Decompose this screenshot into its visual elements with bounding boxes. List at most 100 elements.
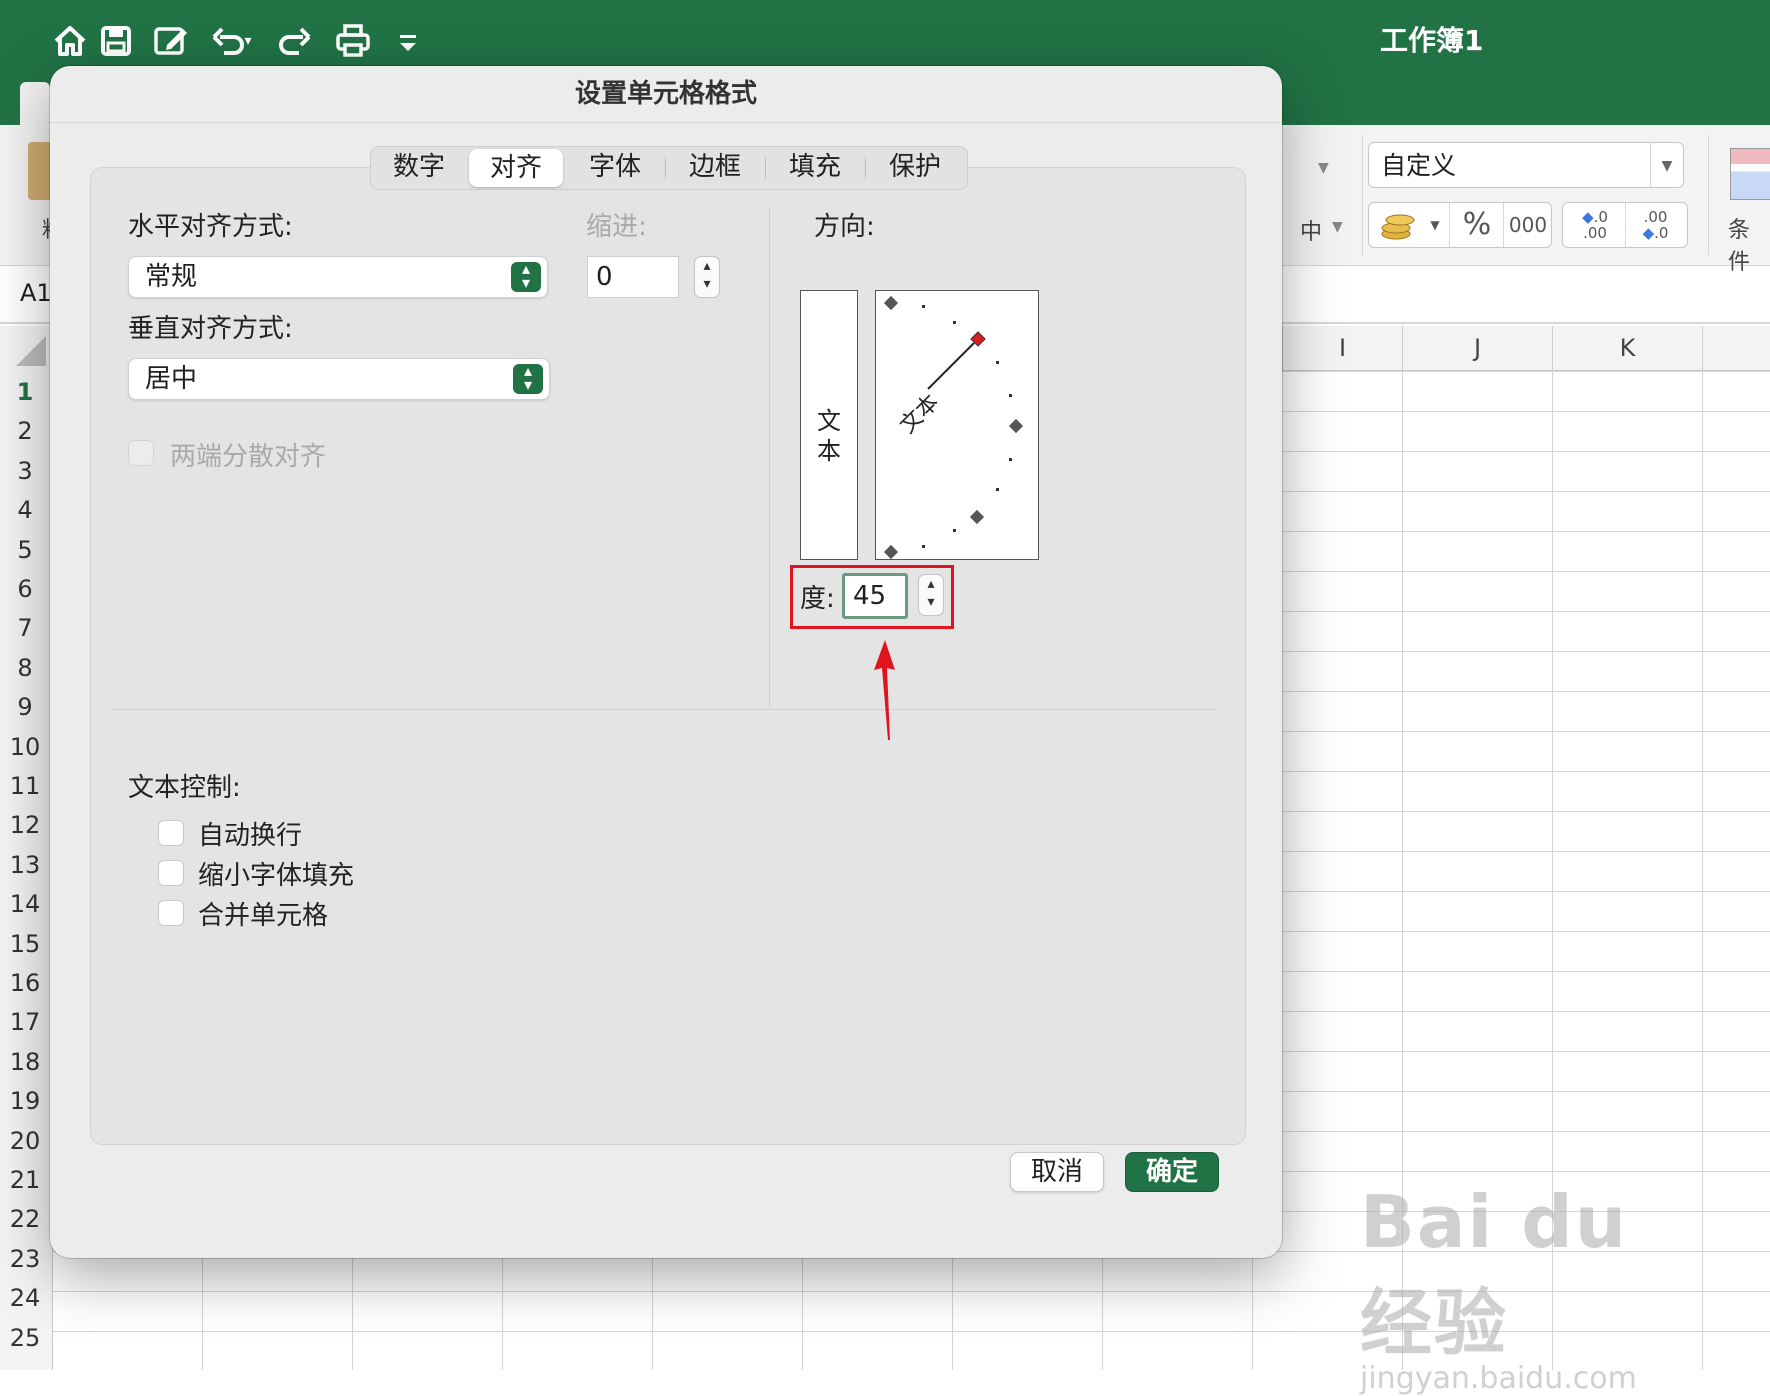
row-header[interactable]: 14 bbox=[0, 884, 50, 924]
wrap-text-label: 自动换行 bbox=[198, 821, 303, 851]
chevron-down-icon: ▼ bbox=[1650, 143, 1683, 187]
format-cells-dialog: 设置单元格格式 数字 对齐 字体 边框 填充 保护 水平对齐方式: 常规 ▴ ▾ … bbox=[50, 66, 1282, 1258]
indent-stepper[interactable]: ▴ ▾ bbox=[694, 256, 720, 298]
horizontal-alignment-select[interactable]: 常规 ▴ ▾ bbox=[128, 256, 548, 298]
merge-cells-checkbox[interactable] bbox=[158, 900, 184, 926]
customize-toolbar-icon[interactable] bbox=[385, 18, 431, 64]
degree-stepper[interactable]: ▴ ▾ bbox=[918, 574, 944, 616]
watermark-sub: jingyan.baidu.com bbox=[1360, 1361, 1637, 1396]
vertical-alignment-label: 垂直对齐方式: bbox=[128, 314, 293, 344]
tab-number[interactable]: 数字 bbox=[371, 147, 467, 187]
watermark-main: Bai du 经验 bbox=[1360, 1180, 1629, 1365]
decimal-buttons: ◆.0 .00 .00 ◆.0 bbox=[1562, 202, 1688, 248]
select-arrows-icon: ▴ ▾ bbox=[511, 261, 541, 292]
row-header[interactable]: 10 bbox=[0, 727, 50, 767]
column-header[interactable]: J bbox=[1402, 326, 1552, 370]
row-header[interactable]: 9 bbox=[0, 687, 50, 727]
tab-border[interactable]: 边框 bbox=[667, 147, 763, 187]
row-header[interactable]: 8 bbox=[0, 648, 50, 688]
select-arrows-icon: ▴ ▾ bbox=[513, 363, 543, 394]
tab-separator bbox=[765, 157, 766, 179]
row-header[interactable]: 13 bbox=[0, 845, 50, 885]
undo-dropdown-icon[interactable]: ▾ bbox=[238, 18, 258, 64]
cancel-button[interactable]: 取消 bbox=[1010, 1152, 1104, 1192]
tab-separator bbox=[865, 157, 866, 179]
distributed-label: 两端分散对齐 bbox=[170, 442, 327, 472]
wrap-text-checkbox[interactable] bbox=[158, 820, 184, 846]
row-header[interactable]: 24 bbox=[0, 1278, 50, 1318]
number-format-select[interactable]: 自定义 ▼ bbox=[1368, 142, 1684, 188]
vertical-alignment-select[interactable]: 居中 ▴ ▾ bbox=[128, 358, 550, 400]
merge-dropdown-icon[interactable]: ▼ bbox=[1332, 219, 1343, 235]
select-all-corner[interactable] bbox=[16, 336, 46, 366]
vertical-text-char: 本 bbox=[817, 437, 841, 465]
edit-icon[interactable] bbox=[148, 18, 194, 64]
shrink-to-fit-label: 缩小字体填充 bbox=[198, 861, 355, 891]
merge-center-label[interactable]: 中 bbox=[1300, 214, 1322, 246]
currency-dropdown-icon[interactable]: ▼ bbox=[1425, 203, 1445, 247]
vertical-text-toggle[interactable]: 文 本 bbox=[800, 290, 858, 560]
row-header[interactable]: 22 bbox=[0, 1199, 50, 1239]
percent-button[interactable]: % bbox=[1449, 203, 1504, 247]
save-icon[interactable] bbox=[93, 18, 139, 64]
row-header[interactable]: 16 bbox=[0, 963, 50, 1003]
conditional-format-label[interactable]: 条件 bbox=[1728, 212, 1770, 276]
row-header[interactable]: 18 bbox=[0, 1042, 50, 1082]
degree-input[interactable]: 45 bbox=[842, 573, 908, 619]
tab-font[interactable]: 字体 bbox=[567, 147, 663, 187]
decrease-decimal-bottom: .0 bbox=[1654, 224, 1669, 242]
row-header[interactable]: 15 bbox=[0, 924, 50, 964]
row-header[interactable]: 19 bbox=[0, 1081, 50, 1121]
horizontal-alignment-value: 常规 bbox=[145, 262, 198, 292]
row-header[interactable]: 3 bbox=[0, 451, 50, 491]
degree-label: 度: bbox=[800, 584, 835, 614]
indent-input[interactable]: 0 bbox=[587, 256, 679, 298]
ribbon-divider bbox=[1362, 135, 1363, 255]
row-header[interactable]: 7 bbox=[0, 608, 50, 648]
tab-alignment[interactable]: 对齐 bbox=[469, 149, 563, 187]
row-header[interactable]: 4 bbox=[0, 490, 50, 530]
row-header[interactable]: 5 bbox=[0, 530, 50, 570]
redo-icon[interactable] bbox=[272, 18, 318, 64]
conditional-format-icon[interactable] bbox=[1730, 148, 1770, 200]
decrease-decimal-button[interactable]: .00 ◆.0 bbox=[1625, 203, 1685, 247]
shrink-to-fit-checkbox[interactable] bbox=[158, 860, 184, 886]
chevron-down-icon[interactable]: ▼ bbox=[1318, 160, 1329, 176]
increase-decimal-bottom: .00 bbox=[1583, 224, 1607, 242]
row-header[interactable]: 17 bbox=[0, 1002, 50, 1042]
row-header[interactable]: 1 bbox=[0, 372, 50, 412]
distributed-checkbox[interactable] bbox=[128, 440, 154, 466]
increase-decimal-button[interactable]: ◆.0 .00 bbox=[1565, 203, 1625, 247]
tab-protection[interactable]: 保护 bbox=[867, 147, 963, 187]
ribbon-divider bbox=[1708, 135, 1709, 255]
orientation-label: 方向: bbox=[814, 212, 875, 242]
dial-text: 文本 bbox=[895, 390, 944, 439]
orientation-dial[interactable]: 文本 bbox=[875, 290, 1039, 560]
dialog-tabbar: 数字 对齐 字体 边框 填充 保护 bbox=[370, 146, 968, 190]
row-header[interactable]: 21 bbox=[0, 1160, 50, 1200]
column-header[interactable] bbox=[1702, 326, 1770, 370]
comma-style-button[interactable]: 000 bbox=[1503, 203, 1552, 247]
baidu-watermark: Bai du 经验 jingyan.baidu.com bbox=[1360, 1180, 1720, 1396]
print-icon[interactable] bbox=[330, 18, 376, 64]
row-header[interactable]: 6 bbox=[0, 569, 50, 609]
indent-label: 缩进: bbox=[586, 212, 647, 242]
pane-divider bbox=[769, 208, 770, 708]
row-header[interactable]: 12 bbox=[0, 805, 50, 845]
ok-button[interactable]: 确定 bbox=[1125, 1152, 1219, 1192]
ribbon-tab[interactable] bbox=[20, 82, 50, 125]
column-header[interactable]: K bbox=[1552, 326, 1702, 370]
tab-separator bbox=[665, 157, 666, 179]
row-header[interactable]: 11 bbox=[0, 766, 50, 806]
tab-fill[interactable]: 填充 bbox=[767, 147, 863, 187]
number-format-value: 自定义 bbox=[1381, 151, 1457, 180]
dialog-title: 设置单元格格式 bbox=[50, 66, 1282, 123]
row-header[interactable]: 20 bbox=[0, 1121, 50, 1161]
row-header[interactable]: 23 bbox=[0, 1239, 50, 1279]
row-header[interactable]: 2 bbox=[0, 411, 50, 451]
currency-coins-icon[interactable] bbox=[1373, 203, 1423, 247]
row-header[interactable]: 25 bbox=[0, 1318, 50, 1358]
home-icon[interactable] bbox=[47, 18, 93, 64]
pane-divider bbox=[112, 709, 1218, 710]
column-header[interactable]: I bbox=[1282, 326, 1402, 370]
